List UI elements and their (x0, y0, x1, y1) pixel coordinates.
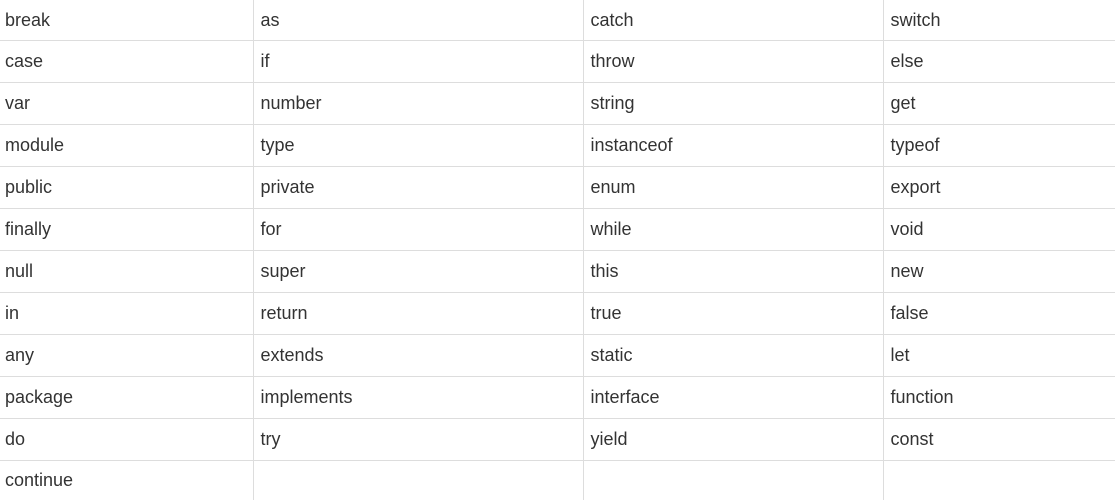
keyword-cell: get (882, 81, 1115, 124)
keyword-cell: false (882, 291, 1115, 334)
table-row: in return true false (0, 291, 1115, 334)
keyword-cell: implements (252, 375, 583, 418)
keyword-cell: true (582, 291, 883, 334)
keyword-cell: interface (582, 375, 883, 418)
keyword-cell: module (0, 123, 253, 166)
keyword-cell (252, 459, 583, 500)
keyword-cell: break (5, 9, 51, 30)
table-row: module type instanceof typeof (0, 123, 1115, 166)
keyword-cell: export (882, 165, 1115, 208)
table-row: case if throw else (0, 39, 1115, 82)
keyword-cell: super (252, 249, 583, 292)
keyword-cell: number (252, 81, 583, 124)
table-row: any extends static let (0, 333, 1115, 376)
keyword-cell (882, 459, 1115, 500)
keyword-cell: do (0, 417, 253, 460)
keywords-table-body: break as catch switch case if throw else… (0, 0, 1115, 500)
keyword-cell: void (882, 207, 1115, 250)
keyword-cell: this (582, 249, 883, 292)
keyword-cell: catch (582, 0, 883, 40)
keyword-cell: if (252, 39, 583, 82)
keyword-cell: string (582, 81, 883, 124)
keyword-cell: let (882, 333, 1115, 376)
keyword-cell: try (252, 417, 583, 460)
keyword-cell: case (0, 39, 253, 82)
keyword-cell: typeof (882, 123, 1115, 166)
keyword-cell: continue (0, 459, 253, 500)
keyword-cell: var (0, 81, 253, 124)
keyword-cell: type (252, 123, 583, 166)
keyword-cell: yield (582, 417, 883, 460)
keyword-cell: return (252, 291, 583, 334)
keyword-cell: in (0, 291, 253, 334)
keyword-cell (582, 459, 883, 500)
keywords-table: break as catch switch case if throw else… (0, 0, 1115, 500)
keyword-cell: throw (582, 39, 883, 82)
table-row: var number string get (0, 81, 1115, 124)
table-row: break as catch switch (0, 0, 1115, 40)
table-row: do try yield const (0, 417, 1115, 460)
keyword-cell: const (882, 417, 1115, 460)
keyword-cell: switch (882, 0, 1115, 40)
table-row: null super this new (0, 249, 1115, 292)
keyword-cell: new (882, 249, 1115, 292)
table-row: finally for while void (0, 207, 1115, 250)
keyword-cell: public (0, 165, 253, 208)
table-row: continue (0, 459, 1115, 500)
keyword-cell: private (252, 165, 583, 208)
keyword-cell: for (252, 207, 583, 250)
table-row: package implements interface function (0, 375, 1115, 418)
keyword-cell: finally (0, 207, 253, 250)
keyword-cell: static (582, 333, 883, 376)
keyword-cell: function (882, 375, 1115, 418)
keyword-cell: any (0, 333, 253, 376)
keyword-cell: package (0, 375, 253, 418)
keyword-cell: enum (582, 165, 883, 208)
table-row: public private enum export (0, 165, 1115, 208)
keyword-cell: else (882, 39, 1115, 82)
keyword-cell: null (0, 249, 253, 292)
keyword-cell: extends (252, 333, 583, 376)
keyword-cell: while (582, 207, 883, 250)
keyword-cell: instanceof (582, 123, 883, 166)
keyword-cell: as (252, 0, 583, 40)
